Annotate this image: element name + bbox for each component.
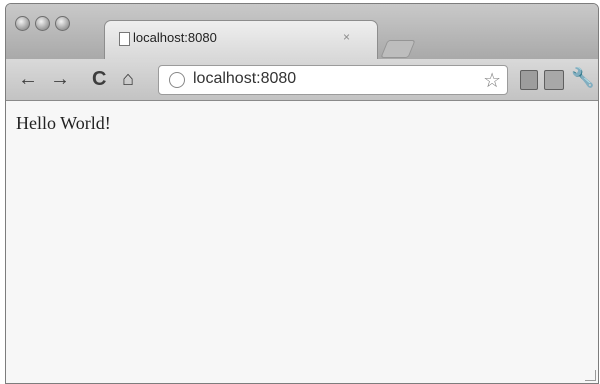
new-tab-button[interactable] (380, 40, 416, 58)
globe-icon (169, 72, 185, 88)
home-button[interactable]: ⌂ (122, 67, 134, 91)
address-bar[interactable]: ☆ (158, 65, 508, 95)
page-content: Hello World! (6, 101, 598, 383)
resize-grip[interactable] (585, 370, 596, 381)
browser-window: localhost:8080 × ← → C ⌂ ☆ 🔧 Hello World… (5, 3, 599, 384)
back-button[interactable]: ← (18, 67, 38, 91)
translate-extension-icon[interactable] (544, 70, 564, 90)
tab-close-icon[interactable]: × (343, 30, 350, 44)
wrench-menu-icon[interactable]: 🔧 (571, 66, 595, 90)
tab-title: localhost:8080 (133, 30, 217, 45)
forward-button[interactable]: → (50, 67, 70, 91)
page-favicon-icon (119, 32, 130, 46)
browser-toolbar: ← → C ⌂ ☆ 🔧 (6, 59, 598, 101)
title-bar: localhost:8080 × (6, 4, 598, 61)
url-input[interactable] (193, 69, 453, 89)
reload-button[interactable]: C (92, 67, 106, 91)
browser-tab[interactable]: localhost:8080 × (104, 20, 378, 61)
hello-world-text: Hello World! (16, 113, 111, 133)
zoom-window-button[interactable] (55, 16, 70, 31)
minimize-window-button[interactable] (35, 16, 50, 31)
bookmark-star-icon[interactable]: ☆ (483, 68, 501, 93)
extension-icon[interactable] (520, 70, 538, 90)
close-window-button[interactable] (15, 16, 30, 31)
